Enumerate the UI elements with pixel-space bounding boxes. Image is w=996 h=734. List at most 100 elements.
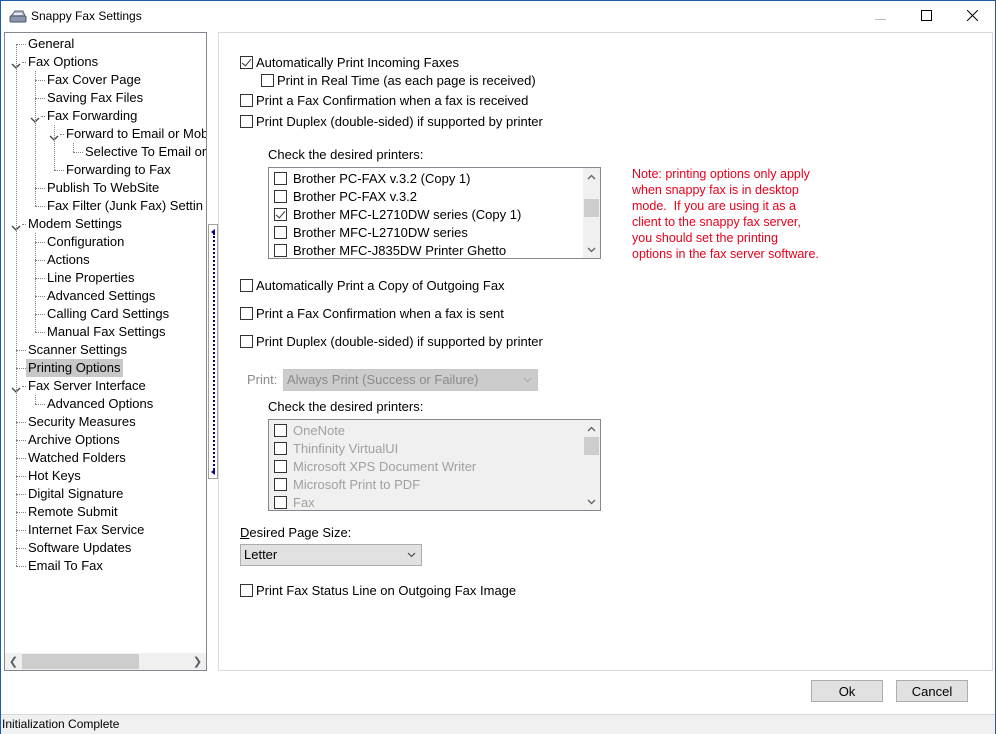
checkbox-box[interactable] — [240, 583, 253, 597]
printer-checkbox[interactable] — [274, 171, 287, 185]
close-button[interactable] — [949, 1, 995, 32]
checkbox-box[interactable] — [240, 306, 253, 320]
scroll-down-icon[interactable] — [583, 241, 600, 258]
tree-connector — [16, 512, 26, 513]
scroll-up-icon[interactable] — [583, 420, 600, 437]
tree-item[interactable]: Selective To Email or — [83, 143, 206, 161]
print-mode-select[interactable]: Always Print (Success or Failure) — [283, 369, 538, 391]
tree-item[interactable]: Internet Fax Service — [26, 521, 146, 539]
tree-item[interactable]: Actions — [45, 251, 92, 269]
incoming-duplex-checkbox[interactable]: Print Duplex (double-sided) if supported… — [240, 112, 543, 130]
tree-item[interactable]: Security Measures — [26, 413, 138, 431]
printer-list-item[interactable]: Brother PC-FAX v.3.2 (Copy 1) — [274, 169, 471, 187]
printer-checkbox[interactable] — [274, 189, 287, 203]
tree-item[interactable]: Fax Cover Page — [45, 71, 143, 89]
page-size-select[interactable]: Letter — [240, 544, 422, 566]
tree-item[interactable]: General — [26, 35, 76, 53]
scroll-left-icon[interactable]: ❮ — [5, 653, 22, 670]
tree-item[interactable]: Watched Folders — [26, 449, 128, 467]
printer-list-item[interactable]: Brother MFC-L2710DW series — [274, 223, 468, 241]
minimize-button[interactable] — [857, 1, 903, 32]
printer-list-item[interactable]: Fax — [274, 493, 315, 510]
scroll-down-icon[interactable] — [583, 493, 600, 510]
pane-splitter[interactable] — [208, 224, 218, 479]
tree-item[interactable]: Manual Fax Settings — [45, 323, 168, 341]
printer-checkbox[interactable] — [274, 459, 287, 473]
tree-item[interactable]: Digital Signature — [26, 485, 125, 503]
maximize-icon — [920, 9, 932, 24]
tree-item[interactable]: Hot Keys — [26, 467, 83, 485]
tree-item[interactable]: Forward to Email or Mob — [64, 125, 206, 143]
tree-item[interactable]: Advanced Options — [45, 395, 155, 413]
checkbox-label: Print a Fax Confirmation when a fax is s… — [256, 305, 504, 321]
printer-checkbox[interactable] — [274, 225, 287, 239]
tree-item[interactable]: Scanner Settings — [26, 341, 129, 359]
tree-item[interactable]: Remote Submit — [26, 503, 120, 521]
tree-item[interactable]: Publish To WebSite — [45, 179, 161, 197]
outgoing-printers-list[interactable]: OneNote Thinfinity VirtualUI Microsoft XPS… — [268, 419, 601, 511]
tree-item[interactable]: Calling Card Settings — [45, 305, 171, 323]
checkbox-box[interactable] — [240, 93, 253, 107]
real-time-checkbox[interactable]: Print in Real Time (as each page is rece… — [261, 71, 536, 89]
printer-checkbox[interactable] — [274, 495, 287, 509]
printer-list-item[interactable]: Microsoft XPS Document Writer — [274, 457, 476, 475]
printer-checkbox[interactable] — [274, 207, 287, 221]
checkbox-box[interactable] — [240, 278, 253, 292]
incoming-printers-list[interactable]: Brother PC-FAX v.3.2 (Copy 1) Brother PC-… — [268, 167, 601, 259]
tree-connector — [35, 242, 45, 243]
cancel-button[interactable]: Cancel — [896, 680, 968, 702]
printer-list-item[interactable]: OneNote — [274, 421, 345, 439]
printer-checkbox[interactable] — [274, 243, 287, 257]
tree-item[interactable]: Email To Fax — [26, 557, 105, 575]
maximize-button[interactable] — [903, 1, 949, 32]
tree-connector — [16, 566, 26, 567]
tree-item[interactable]: Advanced Settings — [45, 287, 157, 305]
tree-item[interactable]: Line Properties — [45, 269, 136, 287]
printer-checkbox[interactable] — [274, 423, 287, 437]
tree-horizontal-scrollbar[interactable]: ❮ ❯ — [5, 653, 206, 670]
tree-item[interactable]: Modem Settings — [26, 215, 124, 233]
fax-machine-icon — [9, 8, 27, 24]
printer-list-item[interactable]: Brother PC-FAX v.3.2 — [274, 187, 417, 205]
scroll-thumb[interactable] — [22, 654, 139, 669]
tree-item[interactable]: Fax Filter (Junk Fax) Settin — [45, 197, 205, 215]
list-vertical-scrollbar[interactable] — [583, 168, 600, 258]
printer-list-item[interactable]: Thinfinity VirtualUI — [274, 439, 398, 457]
checkbox-box[interactable] — [240, 334, 253, 348]
tree-item[interactable]: Software Updates — [26, 539, 133, 557]
auto-print-outgoing-checkbox[interactable]: Automatically Print a Copy of Outgoing F… — [240, 276, 505, 294]
checkbox-box[interactable] — [261, 73, 274, 87]
status-line-checkbox[interactable]: Print Fax Status Line on Outgoing Fax Im… — [240, 581, 516, 599]
ok-button[interactable]: Ok — [811, 680, 883, 702]
printer-checkbox[interactable] — [274, 477, 287, 491]
tree-item[interactable]: Fax Options — [26, 53, 100, 71]
scroll-thumb[interactable] — [584, 199, 599, 217]
settings-tree[interactable]: ❮ ❯ General Fax Options Fax Cover Page Savi… — [4, 32, 207, 671]
printer-checkbox[interactable] — [274, 441, 287, 455]
tree-item[interactable]: Forwarding to Fax — [64, 161, 173, 179]
tree-item[interactable]: Saving Fax Files — [45, 89, 145, 107]
tree-item[interactable]: Configuration — [45, 233, 126, 251]
scroll-up-icon[interactable] — [583, 168, 600, 185]
scroll-right-icon[interactable]: ❯ — [189, 653, 206, 670]
tree-connector — [16, 548, 17, 566]
checkbox-box[interactable] — [240, 55, 253, 69]
tree-item[interactable]: Fax Forwarding — [45, 107, 139, 125]
tree-connector — [35, 278, 45, 279]
tree-item[interactable]: Fax Server Interface — [26, 377, 148, 395]
checkbox-box[interactable] — [240, 114, 253, 128]
scroll-thumb[interactable] — [584, 437, 599, 455]
printer-list-item[interactable]: Brother MFC-L2710DW series (Copy 1) — [274, 205, 521, 223]
auto-print-incoming-checkbox[interactable]: Automatically Print Incoming Faxes — [240, 53, 459, 71]
tree-item[interactable]: Printing Options — [26, 359, 123, 377]
tree-connector — [35, 260, 45, 261]
list-vertical-scrollbar[interactable] — [583, 420, 600, 510]
outgoing-confirmation-checkbox[interactable]: Print a Fax Confirmation when a fax is s… — [240, 304, 504, 322]
printer-list-item[interactable]: Microsoft Print to PDF — [274, 475, 420, 493]
outgoing-duplex-checkbox[interactable]: Print Duplex (double-sided) if supported… — [240, 332, 543, 350]
incoming-confirmation-checkbox[interactable]: Print a Fax Confirmation when a fax is r… — [240, 91, 528, 109]
page-size-accelerator: D — [240, 525, 250, 540]
printer-name: Brother MFC-L2710DW series — [293, 224, 468, 240]
tree-item[interactable]: Archive Options — [26, 431, 122, 449]
printer-list-item[interactable]: Brother MFC-J835DW Printer Ghetto — [274, 241, 506, 258]
